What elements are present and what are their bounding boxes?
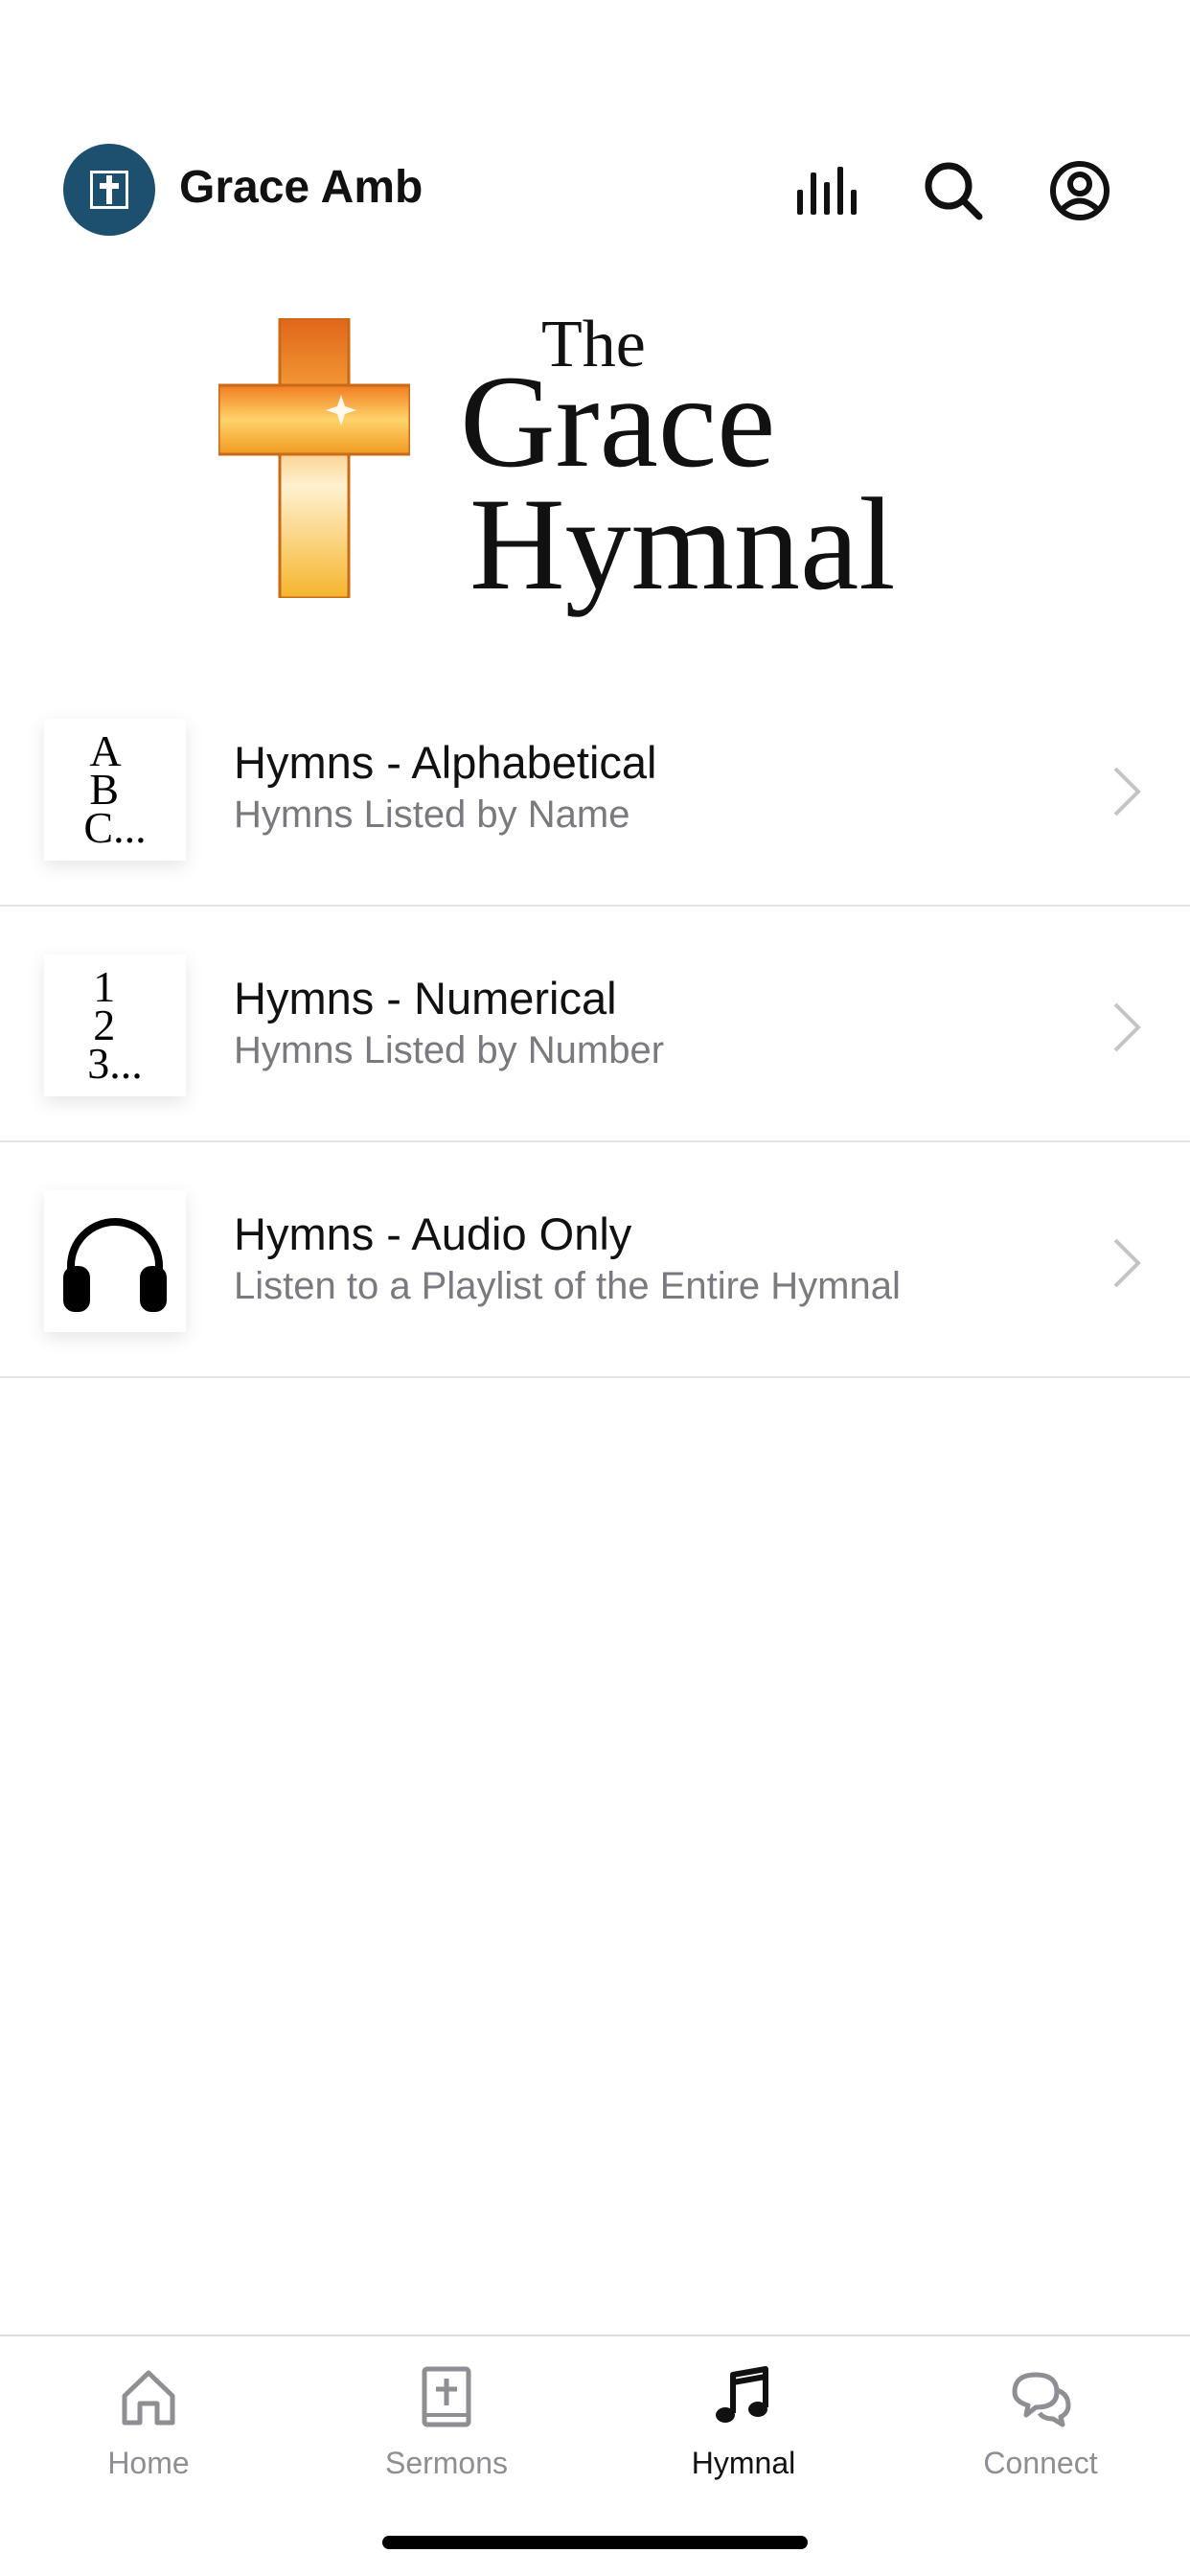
audio-bars-icon[interactable] [790,153,864,228]
hymnal-hero-logo: The Grace Hymnal [211,307,958,623]
chat-bubbles-icon [1012,2372,1071,2427]
chevron-right-icon [1113,767,1141,816]
tab-sermons[interactable]: Sermons [332,2356,561,2499]
bible-icon [422,2366,471,2427]
list-item-title: Hymns - Audio Only [234,1208,632,1259]
tab-hymnal[interactable]: Hymnal [629,2356,858,2499]
list-item-audio-only[interactable]: Hymns - Audio Only Listen to a Playlist … [0,1142,1190,1378]
home-icon [122,2370,175,2426]
tab-label: Home [107,2446,190,2480]
list-item-subtitle: Listen to a Playlist of the Entire Hymna… [234,1265,901,1307]
list-item-title: Hymns - Alphabetical [234,737,657,788]
music-note-icon [716,2366,768,2423]
list-item-title: Hymns - Numerical [234,973,617,1024]
chevron-right-icon [1113,1238,1141,1288]
list-item-subtitle: Hymns Listed by Name [234,794,630,836]
tab-label: Hymnal [691,2446,796,2480]
chevron-right-icon [1113,1002,1141,1052]
alphabet-thumbnail: A B C... [44,719,186,861]
golden-cross-icon [218,318,410,598]
tab-home[interactable]: Home [34,2356,263,2499]
tab-connect[interactable]: Connect [926,2356,1156,2499]
list-item-alphabetical[interactable]: A B C... Hymns - Alphabetical Hymns List… [0,671,1190,907]
top-header: Grace Amb [0,0,1190,278]
hymnal-menu-list: A B C... Hymns - Alphabetical Hymns List… [0,671,1190,1378]
list-item-numerical[interactable]: 1 2 3... Hymns - Numerical Hymns Listed … [0,907,1190,1142]
home-indicator[interactable] [382,2536,808,2549]
thumb-line: C... [83,803,147,852]
headphones-icon [44,1190,186,1332]
search-icon[interactable] [916,153,991,228]
tab-label: Connect [983,2446,1098,2480]
thumb-line: 3... [87,1039,143,1088]
app-title: Grace Amb [179,162,423,213]
list-item-subtitle: Hymns Listed by Number [234,1029,665,1071]
cross-icon [90,171,128,209]
account-icon[interactable] [1042,153,1117,228]
hero-title-hymnal: Hymnal [469,471,896,617]
hero-title-grace: Grace [460,348,776,494]
number-thumbnail: 1 2 3... [44,954,186,1096]
app-logo[interactable] [63,144,155,236]
tab-label: Sermons [384,2446,509,2480]
